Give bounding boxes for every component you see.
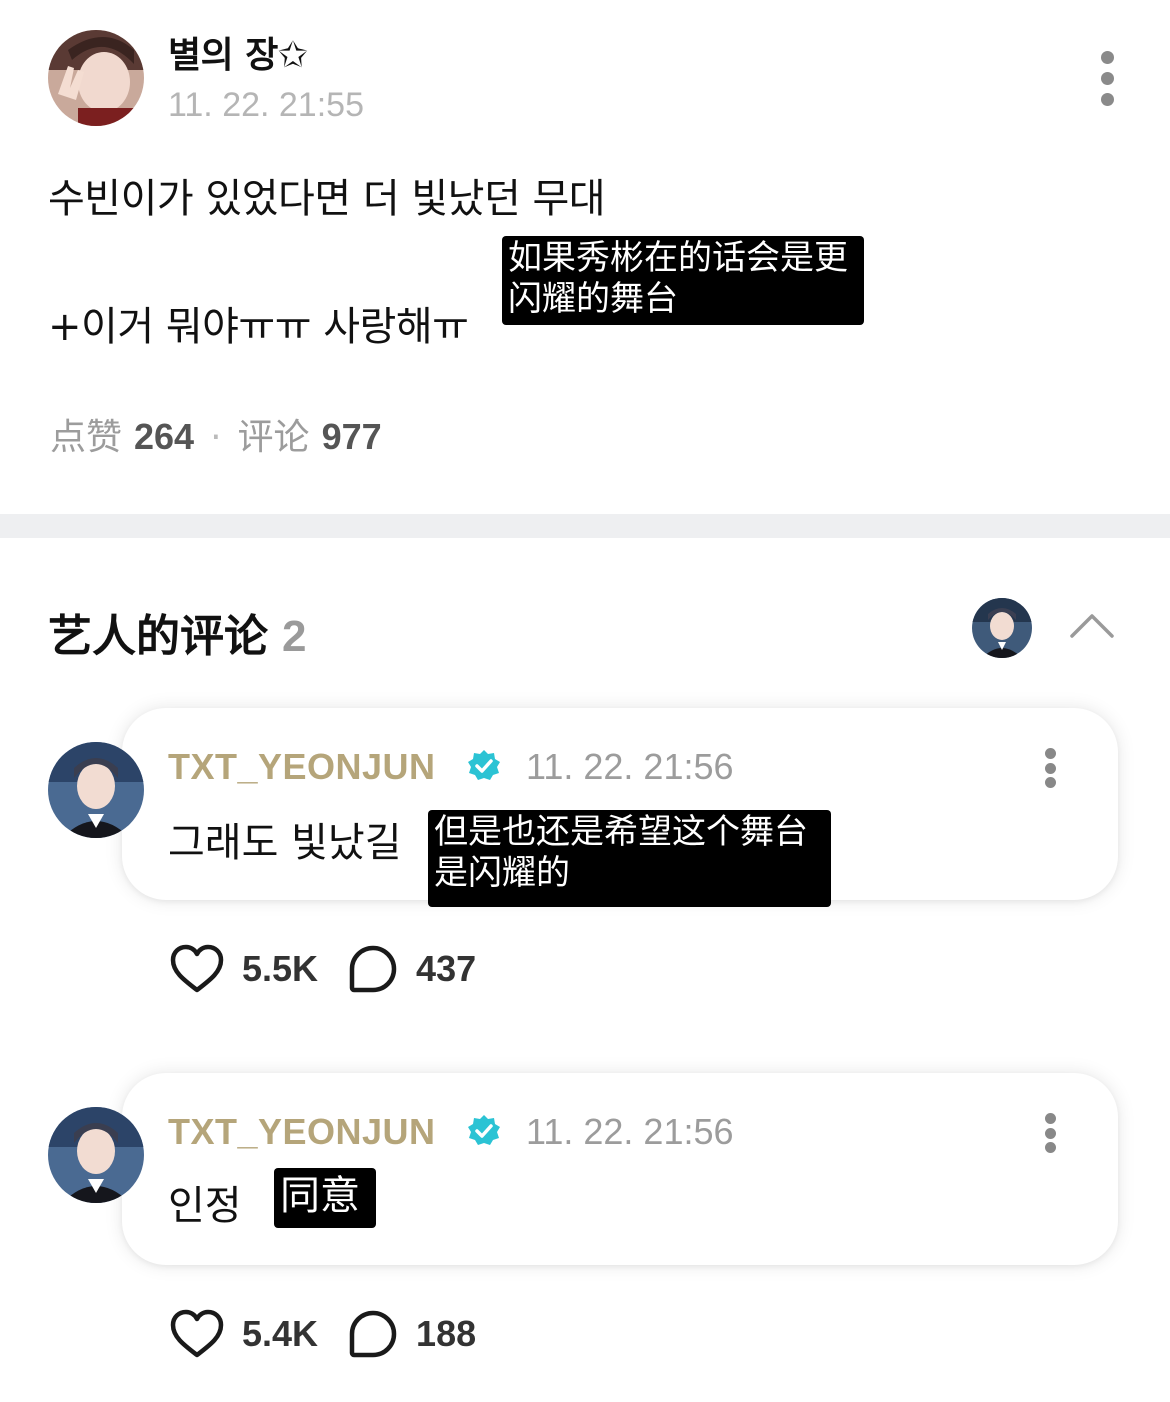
artist-comments-title: 艺人的评论 xyxy=(48,611,268,662)
artist-avatar-small[interactable] xyxy=(972,598,1032,658)
avatar-photo xyxy=(48,30,144,126)
post-text-line-1: 수빈이가 있었다면 더 빛났던 무대 xyxy=(48,176,606,222)
artist-comment-card[interactable] xyxy=(122,1073,1118,1265)
comment-more-options-icon[interactable] xyxy=(1040,1113,1060,1153)
heart-outline-icon[interactable] xyxy=(170,1309,224,1359)
commenter-avatar[interactable] xyxy=(48,742,144,838)
like-count: 5.5K xyxy=(242,948,319,989)
heart-outline-icon[interactable] xyxy=(170,944,224,994)
post-translation-caption: 如果秀彬在的话会是更闪耀的舞台 xyxy=(502,236,864,325)
post-text-line-2: +이거 뭐야ㅠㅠ 사랑해ㅠ xyxy=(48,304,469,350)
reply-count: 437 xyxy=(416,948,477,989)
like-count: 5.4K xyxy=(242,1313,319,1354)
comment-translation-caption: 但是也还是希望这个舞台是闪耀的 xyxy=(428,810,831,907)
stats-separator: · xyxy=(210,417,222,458)
likes-count[interactable]: 264 xyxy=(134,416,194,458)
comment-actions: 5.5K 437 xyxy=(170,944,476,994)
comment-timestamp: 11. 22. 21:56 xyxy=(526,1111,734,1152)
comment-text: 그래도 빛났길 xyxy=(168,820,402,866)
post-more-options-icon[interactable] xyxy=(1097,51,1117,106)
commenter-name[interactable]: TXT_YEONJUN xyxy=(168,746,436,788)
speech-bubble-icon[interactable] xyxy=(348,1309,398,1359)
post-timestamp: 11. 22. 21:55 xyxy=(168,86,364,124)
likes-label: 点赞 xyxy=(50,417,123,458)
comments-label: 评论 xyxy=(237,417,310,458)
post-stats: 点赞 264 · 评论 977 xyxy=(50,408,382,460)
post-author-avatar[interactable] xyxy=(48,30,144,126)
comment-text: 인정 xyxy=(168,1183,242,1229)
comment-timestamp: 11. 22. 21:56 xyxy=(526,746,734,787)
avatar-photo xyxy=(972,598,1032,658)
comment-more-options-icon[interactable] xyxy=(1040,748,1060,788)
speech-bubble-icon[interactable] xyxy=(348,944,398,994)
comment-actions: 5.4K 188 xyxy=(170,1309,476,1359)
verified-badge-icon xyxy=(468,1115,500,1145)
comments-count[interactable]: 977 xyxy=(322,416,382,458)
section-divider xyxy=(0,514,1170,538)
commenter-name[interactable]: TXT_YEONJUN xyxy=(168,1111,436,1153)
avatar-photo xyxy=(48,742,144,838)
post-author-name[interactable]: 별의 장✩ xyxy=(168,26,308,78)
reply-count: 188 xyxy=(416,1313,477,1354)
comment-translation-caption: 同意 xyxy=(274,1168,376,1228)
verified-badge-icon xyxy=(468,750,500,780)
avatar-photo xyxy=(48,1107,144,1203)
artist-comments-count: 2 xyxy=(282,612,307,661)
artist-comments-heading: 艺人的评论 2 xyxy=(48,600,306,664)
commenter-avatar[interactable] xyxy=(48,1107,144,1203)
chevron-up-icon[interactable] xyxy=(1068,610,1116,640)
